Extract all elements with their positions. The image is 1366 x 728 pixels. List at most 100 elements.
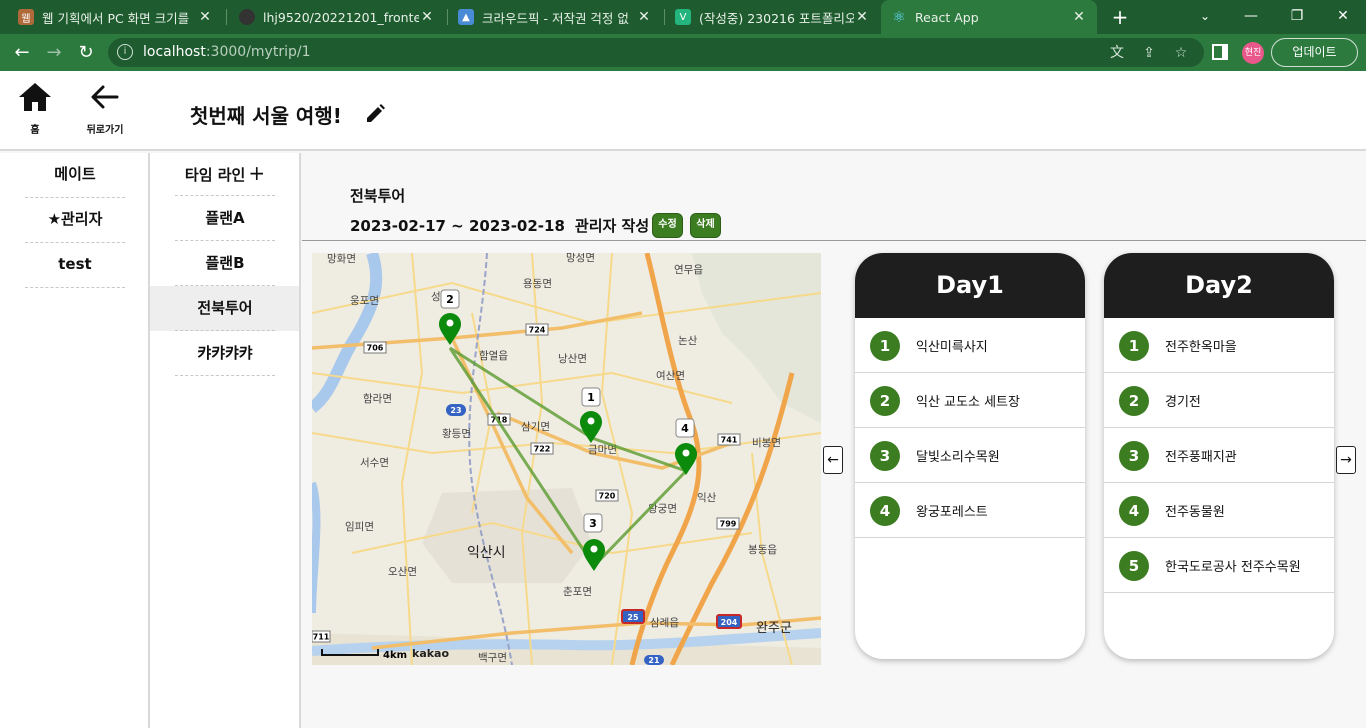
back-icon[interactable]: ← (9, 40, 35, 66)
close-icon[interactable]: ✕ (636, 9, 652, 25)
order-badge: 4 (870, 496, 900, 526)
info-icon[interactable]: i (117, 44, 133, 60)
minimize-button[interactable]: — (1228, 0, 1274, 34)
url-path: :3000/mytrip/1 (205, 44, 311, 60)
back-button[interactable]: 뒤로가기 (75, 81, 135, 136)
restore-button[interactable]: ❐ (1274, 0, 1320, 34)
order-badge: 4 (1119, 496, 1149, 526)
list-item[interactable]: 1 전주한옥마을 (1104, 318, 1334, 373)
marker-label: 1 (587, 391, 595, 404)
list-item[interactable]: 4 왕궁포레스트 (855, 483, 1085, 538)
close-icon[interactable]: ✕ (197, 9, 213, 25)
order-badge: 1 (1119, 331, 1149, 361)
edit-plan-button[interactable]: 수정 (652, 213, 683, 238)
tab-favicon-icon: V (675, 9, 691, 25)
share-icon[interactable]: ⇪ (1140, 44, 1158, 62)
home-button[interactable]: 홈 (5, 81, 65, 136)
plan-item[interactable]: 캬캬캬캬 (150, 331, 299, 376)
plan-item[interactable]: 플랜B (150, 241, 299, 286)
map-place: 익산시 (467, 545, 506, 561)
close-icon[interactable]: ✕ (854, 9, 870, 25)
delete-plan-button[interactable]: 삭제 (690, 213, 721, 238)
plan-item-selected[interactable]: 전북투어 (150, 286, 299, 331)
place-name: 달빛소리수목원 (916, 450, 1000, 465)
map-route-label: 204 (721, 618, 738, 627)
mate-panel: 메이트 ★관리자 test (0, 153, 150, 728)
marker-label: 2 (446, 293, 454, 306)
place-name: 한국도로공사 전주수목원 (1165, 560, 1301, 575)
map-route-label: 720 (599, 492, 616, 501)
home-icon (19, 83, 51, 111)
tab-title: lhj9520/20221201_frontend (263, 9, 419, 25)
plan-item[interactable]: 플랜A (150, 196, 299, 241)
avatar[interactable]: 현진 (1242, 42, 1264, 64)
browser-tab[interactable]: 웹 웹 기획에서 PC 화면 크기를 ✕ (8, 0, 223, 34)
list-item[interactable]: 3 전주풍패지관 (1104, 428, 1334, 483)
reload-icon[interactable]: ↻ (73, 40, 99, 66)
new-tab-button[interactable]: + (1108, 5, 1132, 29)
marker-label: 3 (589, 517, 597, 530)
place-name: 전주풍패지관 (1165, 450, 1237, 465)
map-route-label: 711 (313, 633, 330, 642)
list-item[interactable]: 3 달빛소리수목원 (855, 428, 1085, 483)
pencil-icon[interactable] (364, 103, 386, 125)
map[interactable]: 706 724 23 718 722 720 741 799 25 204 21… (312, 253, 821, 665)
bookmark-star-icon[interactable]: ☆ (1172, 44, 1190, 62)
map-route-label: 21 (648, 656, 660, 665)
arrow-left-icon (91, 85, 119, 109)
forward-icon[interactable]: → (41, 40, 67, 66)
github-icon (239, 9, 255, 25)
tab-title: React App (915, 9, 979, 25)
close-icon[interactable]: ✕ (1071, 9, 1087, 25)
list-item[interactable]: 4 전주동물원 (1104, 483, 1334, 538)
timeline-title: 타임 라인 (184, 166, 246, 184)
day-card: Day2 1 전주한옥마을 2 경기전 3 전주풍패지관 4 전주동물원 5 한국도로공사… (1104, 253, 1334, 659)
url-text[interactable]: localhost:3000/mytrip/1 (143, 44, 310, 60)
list-item[interactable]: 2 익산 교도소 세트장 (855, 373, 1085, 428)
tab-search-icon[interactable]: ⌄ (1182, 0, 1228, 34)
day-title: Day2 (1104, 253, 1334, 318)
side-panel-icon[interactable] (1212, 44, 1228, 60)
next-day-button[interactable]: → (1336, 446, 1356, 474)
browser-tab[interactable]: ▲ 크라우드픽 - 저작권 걱정 없 ✕ (448, 0, 662, 34)
window-close-button[interactable]: ✕ (1320, 0, 1366, 34)
order-badge: 2 (1119, 386, 1149, 416)
prev-day-button[interactable]: ← (823, 446, 843, 474)
add-plan-icon[interactable]: + (248, 161, 265, 185)
translate-icon[interactable]: 文 (1108, 44, 1126, 62)
list-item[interactable]: 2 경기전 (1104, 373, 1334, 428)
map-route-label: 25 (627, 613, 639, 622)
map-place: 망성면 (566, 253, 595, 264)
browser-tab[interactable]: V (작성중) 230216 포트폴리오 ✕ (665, 0, 880, 34)
map-route-label: 23 (450, 406, 461, 415)
close-icon[interactable]: ✕ (419, 9, 435, 25)
map-place: 익산 (697, 492, 717, 504)
address-bar[interactable]: i localhost:3000/mytrip/1 文 ⇪ ☆ (108, 38, 1204, 67)
mate-item[interactable]: ★관리자 (25, 198, 125, 243)
page-title: 첫번째 서울 여행! (190, 104, 342, 128)
kakao-logo: kakao (412, 647, 449, 660)
day-card: Day1 1 익산미륵사지 2 익산 교도소 세트장 3 달빛소리수목원 4 왕궁포레스… (855, 253, 1085, 659)
list-item[interactable]: 1 익산미륵사지 (855, 318, 1085, 373)
place-name: 익산 교도소 세트장 (916, 395, 1020, 410)
plan-label: 전북투어 (175, 286, 275, 331)
mate-item[interactable]: test (25, 243, 125, 288)
plan-name: 전북투어 (350, 187, 406, 205)
map-place: 백구면 (478, 652, 507, 664)
update-button[interactable]: 업데이트 (1271, 38, 1358, 67)
marker-label: 4 (681, 422, 689, 435)
tab-title: 크라우드픽 - 저작권 걱정 없 (482, 10, 629, 26)
map-canvas[interactable]: 706 724 23 718 722 720 741 799 25 204 21… (312, 253, 821, 665)
map-place: 비봉면 (752, 437, 781, 449)
tab-favicon-icon: 웹 (18, 9, 34, 25)
map-route-label: 799 (720, 520, 737, 529)
order-badge: 3 (1119, 441, 1149, 471)
map-place: 서수면 (360, 457, 389, 469)
browser-tab[interactable]: lhj9520/20221201_frontend ✕ (229, 0, 445, 34)
map-place: 웅포면 (350, 295, 379, 307)
map-place: 삼기면 (521, 421, 550, 433)
plan-label: 캬캬캬캬 (175, 331, 275, 376)
list-item[interactable]: 5 한국도로공사 전주수목원 (1104, 538, 1334, 593)
map-route-label: 706 (367, 344, 384, 353)
browser-tab-active[interactable]: ⚛ React App ✕ (881, 0, 1097, 34)
